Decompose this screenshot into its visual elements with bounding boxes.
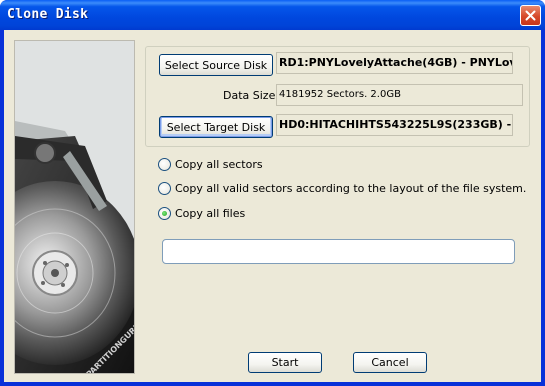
- close-button[interactable]: [520, 5, 541, 26]
- radio-copy-all-sectors[interactable]: [158, 157, 171, 171]
- window-frame-bottom: [0, 382, 545, 386]
- hard-disk-icon: PARTITIONGURU: [15, 41, 134, 373]
- cancel-button[interactable]: Cancel: [353, 352, 427, 373]
- close-icon: [525, 10, 536, 21]
- select-source-disk-button[interactable]: Select Source Disk: [159, 54, 273, 76]
- window-title: Clone Disk: [7, 7, 89, 22]
- select-target-disk-button[interactable]: Select Target Disk: [159, 116, 273, 138]
- start-button[interactable]: Start: [248, 352, 322, 373]
- progress-textbox[interactable]: [162, 239, 515, 264]
- disk-selection-group: Select Source Disk RD1:PNYLovelyAttache(…: [145, 46, 530, 147]
- source-disk-field: RD1:PNYLovelyAttache(4GB) - PNYLovely(: [276, 52, 513, 74]
- data-size-field: 4181952 Sectors. 2.0GB: [276, 84, 523, 106]
- option-label: Copy all sectors: [175, 157, 263, 171]
- title-bar[interactable]: Clone Disk: [0, 0, 545, 30]
- hard-disk-banner: PARTITIONGURU: [14, 40, 135, 374]
- option-copy-valid-sectors[interactable]: Copy all valid sectors according to the …: [158, 180, 526, 196]
- dialog-body: PARTITIONGURU Select Source Disk RD1:PNY…: [4, 30, 541, 382]
- option-copy-all-sectors[interactable]: Copy all sectors: [158, 156, 263, 172]
- option-label: Copy all valid sectors according to the …: [175, 181, 527, 195]
- target-disk-field: HD0:HITACHIHTS543225L9S(233GB) - Loc: [276, 114, 513, 136]
- radio-copy-all-files[interactable]: [158, 206, 171, 220]
- data-size-label: Data Size:: [223, 89, 280, 102]
- radio-copy-valid-sectors[interactable]: [158, 181, 171, 195]
- option-label: Copy all files: [175, 206, 246, 220]
- option-copy-all-files[interactable]: Copy all files: [158, 205, 245, 221]
- clone-disk-window: Clone Disk PARTITIONGURU Select Source D…: [0, 0, 545, 386]
